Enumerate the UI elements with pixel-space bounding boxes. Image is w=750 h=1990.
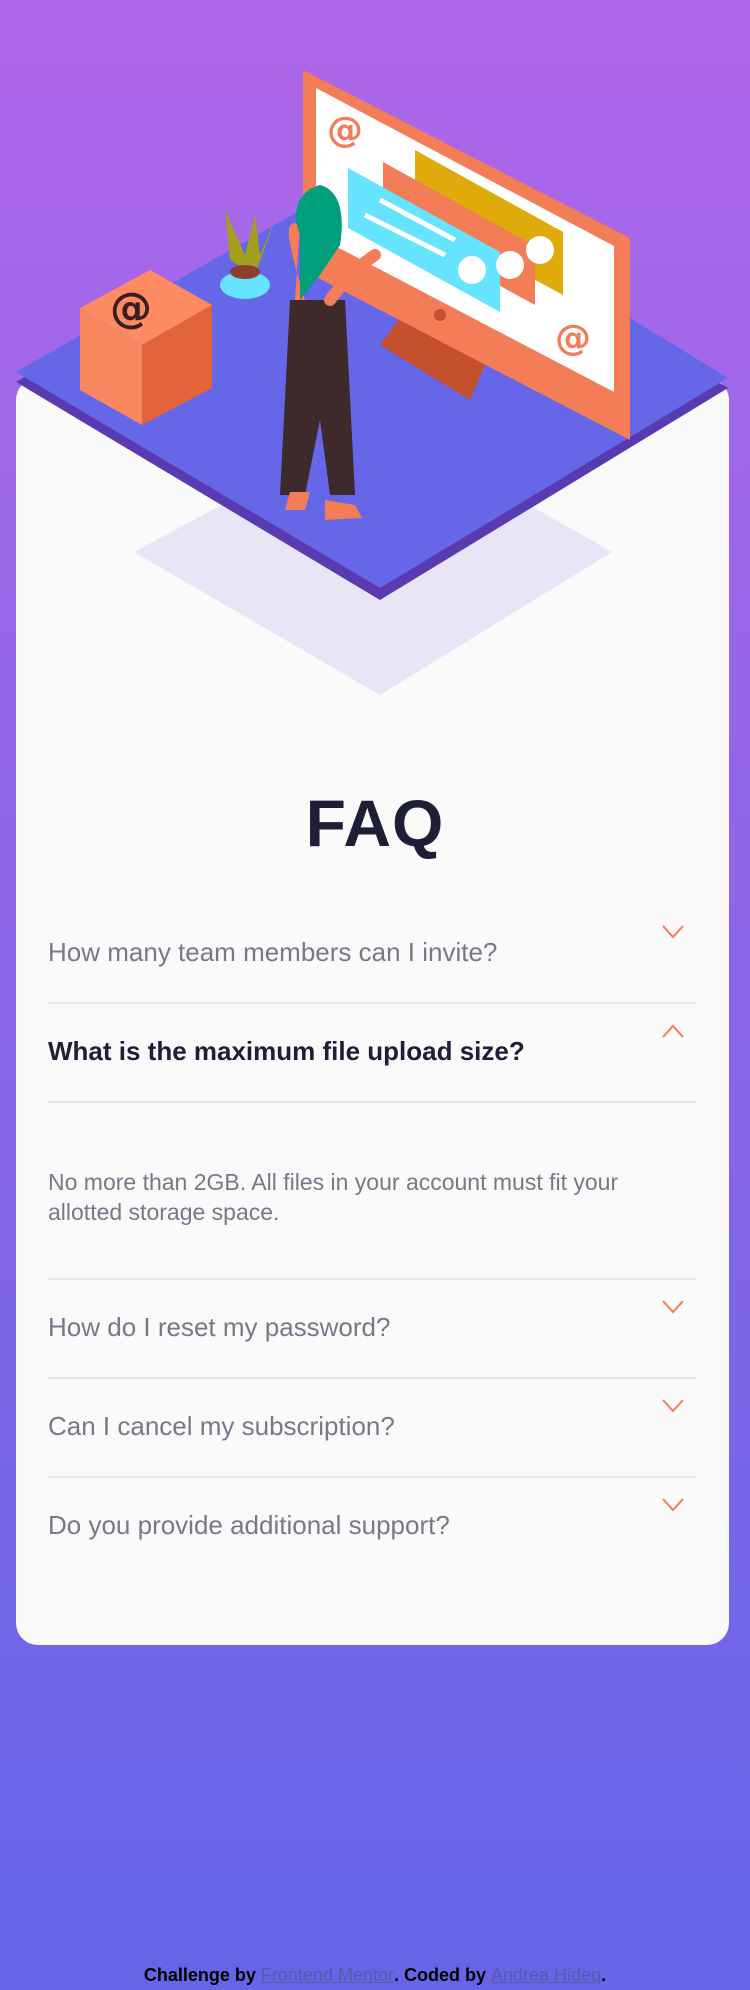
author-link[interactable]: Andrea Hideq xyxy=(491,1965,601,1985)
attribution: Challenge by Frontend Mentor. Coded by A… xyxy=(0,1965,750,1986)
faq-item-open[interactable]: What is the maximum file upload size? No… xyxy=(48,1004,696,1280)
faq-question[interactable]: What is the maximum file upload size? xyxy=(48,1004,696,1101)
attribution-prefix: Challenge by xyxy=(143,1965,256,1985)
challenge-link[interactable]: Frontend Mentor xyxy=(261,1965,394,1985)
svg-text:@: @ xyxy=(555,318,591,359)
attribution-middle: . Coded by xyxy=(394,1965,487,1985)
faq-question[interactable]: How do I reset my password? xyxy=(48,1280,696,1377)
chevron-down-icon[interactable] xyxy=(662,1498,684,1512)
faq-item[interactable]: Do you provide additional support? xyxy=(48,1478,696,1575)
faq-item[interactable]: How many team members can I invite? xyxy=(48,905,696,1004)
faq-question[interactable]: Do you provide additional support? xyxy=(48,1478,696,1575)
faq-item[interactable]: Can I cancel my subscription? xyxy=(48,1379,696,1478)
faq-item[interactable]: How do I reset my password? xyxy=(48,1280,696,1379)
faq-list: How many team members can I invite? What… xyxy=(48,905,696,1575)
attribution-suffix: . xyxy=(601,1965,607,1985)
chevron-up-icon[interactable] xyxy=(662,1024,684,1038)
chevron-down-icon[interactable] xyxy=(662,1399,684,1413)
faq-question[interactable]: Can I cancel my subscription? xyxy=(48,1379,696,1476)
svg-text:@: @ xyxy=(110,283,152,332)
faq-question[interactable]: How many team members can I invite? xyxy=(48,905,696,1002)
chevron-down-icon[interactable] xyxy=(662,925,684,939)
page-title: FAQ xyxy=(305,786,445,860)
hero-illustration: @ @ @ xyxy=(16,70,728,695)
faq-answer: No more than 2GB. All files in your acco… xyxy=(48,1101,696,1278)
svg-text:@: @ xyxy=(327,110,363,151)
chevron-down-icon[interactable] xyxy=(662,1300,684,1314)
